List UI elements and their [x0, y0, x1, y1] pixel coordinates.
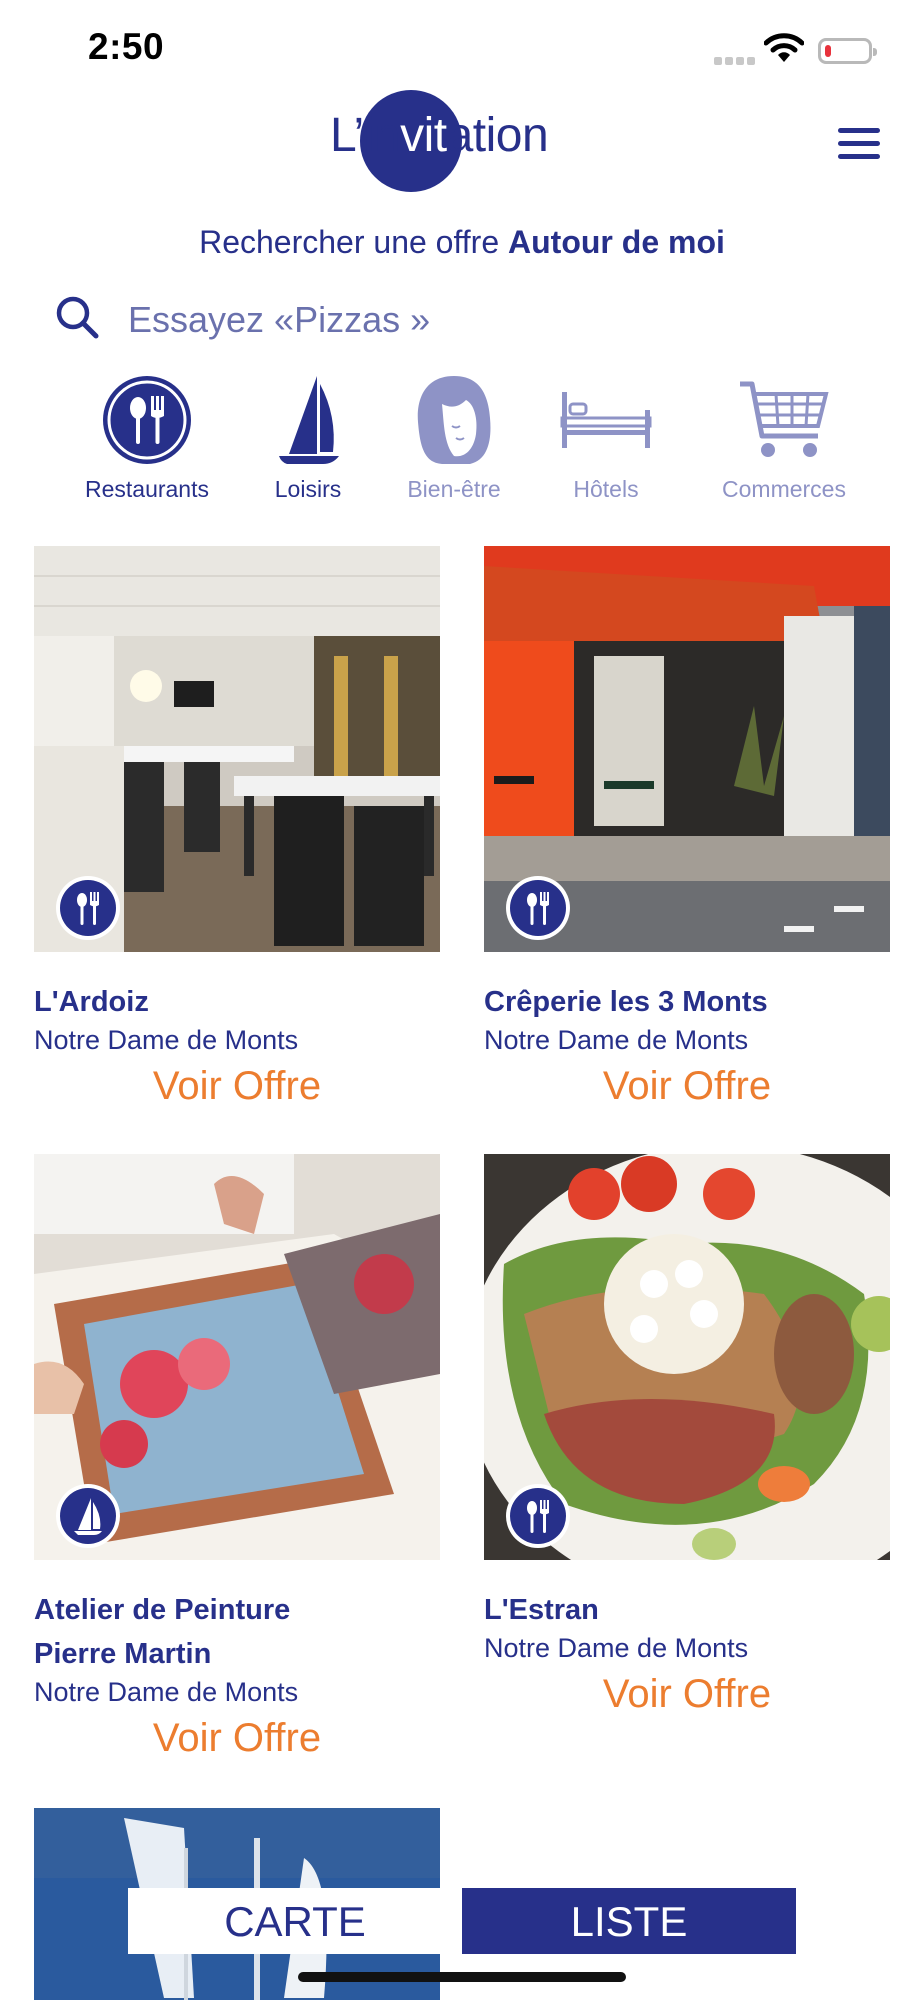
offer-title: Atelier de Peinture Pierre Martin: [34, 1588, 440, 1676]
offer-card[interactable]: Crêperie les 3 Monts Notre Dame de Monts…: [484, 546, 890, 1110]
wifi-icon: [764, 33, 804, 62]
cart-icon: [740, 381, 829, 457]
category-bien-etre[interactable]: Bien-être: [392, 372, 516, 503]
offer-city: Notre Dame de Monts: [34, 1677, 299, 1707]
restaurant-icon: [77, 892, 99, 925]
hamburger-menu-icon[interactable]: [836, 126, 882, 162]
offer-title-line: Pierre Martin: [34, 1638, 212, 1670]
home-indicator: [298, 1972, 626, 1982]
restaurant-icon: [527, 1500, 549, 1533]
category-badge: [506, 876, 570, 940]
category-badge: [56, 1484, 120, 1548]
face-icon: [417, 376, 491, 464]
search-input[interactable]: [128, 290, 828, 350]
view-offer-link[interactable]: Voir Offre: [34, 1714, 440, 1762]
category-hotels[interactable]: Hôtels: [556, 372, 656, 503]
restaurant-icon: [103, 376, 191, 464]
category-label: Bien-être: [407, 476, 501, 502]
battery-icon: [818, 38, 877, 64]
offer-card[interactable]: L'Ardoiz Notre Dame de Monts Voir Offre: [34, 546, 440, 1110]
view-offer-link[interactable]: Voir Offre: [484, 1062, 890, 1110]
offer-title-line: Atelier de Peinture: [34, 1594, 291, 1626]
category-badge: [56, 876, 120, 940]
search-heading-prefix: Rechercher une offre: [199, 224, 509, 260]
offer-city: Notre Dame de Monts: [484, 1025, 749, 1055]
offer-photo[interactable]: [484, 1154, 890, 1560]
category-label: Commerces: [722, 476, 846, 502]
category-label: Restaurants: [84, 476, 209, 502]
restaurant-icon: [527, 892, 549, 925]
view-offer-link[interactable]: Voir Offre: [34, 1062, 440, 1110]
offer-photo[interactable]: [484, 546, 890, 952]
offer-photo[interactable]: [34, 546, 440, 952]
signal-icon: [714, 52, 758, 70]
category-label: Hôtels: [573, 476, 639, 502]
offer-city: Notre Dame de Monts: [484, 1633, 749, 1663]
list-view-button[interactable]: LISTE: [462, 1888, 796, 1954]
search-icon[interactable]: [54, 294, 100, 340]
offer-city: Notre Dame de Monts: [34, 1025, 299, 1055]
map-view-button[interactable]: CARTE: [128, 1888, 462, 1954]
offer-photo[interactable]: [34, 1154, 440, 1560]
offer-title: L'Ardoiz: [34, 986, 149, 1018]
app-logo: L’invitation: [330, 86, 600, 196]
offer-card[interactable]: Atelier de Peinture Pierre Martin Notre D…: [34, 1154, 440, 1762]
status-time: 2:50: [88, 26, 165, 67]
sailboat-icon: [74, 1498, 102, 1535]
bed-icon: [560, 392, 652, 448]
category-commerces[interactable]: Commerces: [702, 372, 866, 503]
offer-title: Crêperie les 3 Monts: [484, 986, 768, 1018]
view-offer-link[interactable]: Voir Offre: [484, 1670, 890, 1718]
sailboat-icon: [279, 376, 339, 464]
search-bar: [52, 290, 872, 350]
category-label: Loisirs: [274, 476, 342, 502]
offer-card[interactable]: L'Estran Notre Dame de Monts Voir Offre: [484, 1154, 890, 1718]
category-badge: [506, 1484, 570, 1548]
category-restaurants[interactable]: Restaurants: [74, 372, 220, 503]
category-loisirs[interactable]: Loisirs: [258, 372, 358, 503]
offer-title: L'Estran: [484, 1594, 599, 1626]
search-heading: Rechercher une offre Autour de moi: [0, 224, 924, 261]
around-me-link[interactable]: Autour de moi: [508, 224, 725, 260]
